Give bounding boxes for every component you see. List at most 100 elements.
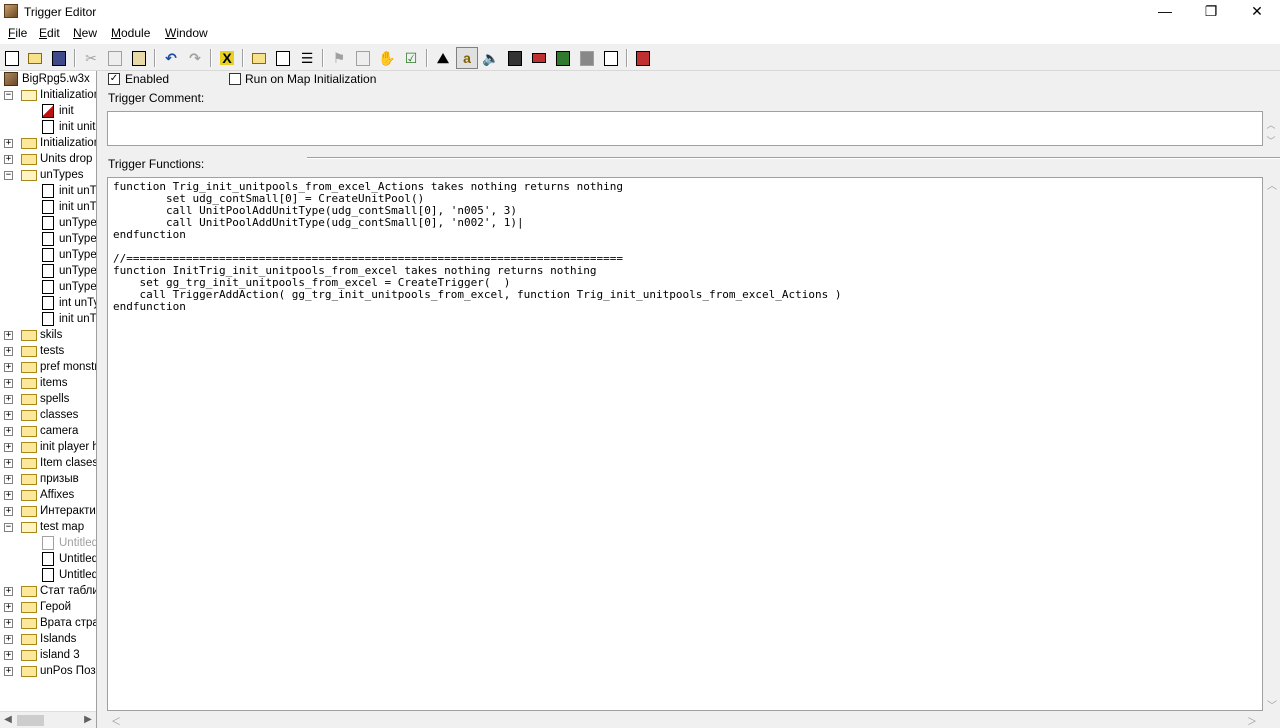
tree-trigger[interactable]: unType: [0, 247, 96, 263]
sound-editor-icon[interactable]: 🔈: [480, 47, 502, 69]
scroll-left-icon[interactable]: ◀: [1, 713, 15, 727]
tree-category[interactable]: + Affixes: [0, 487, 96, 503]
new-action-icon[interactable]: ✋: [376, 47, 398, 69]
expand-icon[interactable]: +: [4, 427, 13, 436]
tree-trigger[interactable]: unType: [0, 279, 96, 295]
tree-trigger[interactable]: init unTy: [0, 199, 96, 215]
tree-category[interactable]: − Initialization: [0, 87, 96, 103]
tree-horizontal-scrollbar[interactable]: ◀ ▶: [0, 711, 96, 728]
expand-icon[interactable]: +: [4, 459, 13, 468]
trigger-code-editor[interactable]: function Trig_init_unitpools_from_excel_…: [107, 177, 1263, 711]
expand-icon[interactable]: +: [4, 651, 13, 660]
tree-category[interactable]: + spells: [0, 391, 96, 407]
expand-icon[interactable]: +: [4, 491, 13, 500]
menu-new[interactable]: New: [70, 26, 100, 40]
new-trigger-icon[interactable]: [272, 47, 294, 69]
expand-icon[interactable]: +: [4, 587, 13, 596]
new-event-icon[interactable]: ⚑: [328, 47, 350, 69]
minimize-button[interactable]: —: [1142, 0, 1188, 24]
expand-icon[interactable]: +: [4, 411, 13, 420]
new-condition-icon[interactable]: [352, 47, 374, 69]
tree-category[interactable]: + pref monstrs: [0, 359, 96, 375]
tree-category[interactable]: + Стат табли: [0, 583, 96, 599]
enabled-checkbox[interactable]: ✓: [108, 73, 120, 85]
tree-category[interactable]: + Герой: [0, 599, 96, 615]
maximize-button[interactable]: ❐: [1188, 0, 1234, 24]
object-manager-icon[interactable]: [576, 47, 598, 69]
expand-icon[interactable]: +: [4, 507, 13, 516]
run-on-init-checkbox[interactable]: [229, 73, 241, 85]
scroll-left-icon[interactable]: ＜: [111, 713, 121, 728]
tree-root[interactable]: BigRpg5.w3x: [0, 71, 96, 87]
object-editor-icon[interactable]: [504, 47, 526, 69]
tree-trigger[interactable]: init unTy: [0, 183, 96, 199]
tree-trigger[interactable]: unType: [0, 215, 96, 231]
tree-category[interactable]: + skils: [0, 327, 96, 343]
code-vertical-scrollbar[interactable]: ︿ ﹀: [1264, 177, 1279, 712]
trigger-comment-input[interactable]: [107, 111, 1263, 146]
open-folder-icon[interactable]: [24, 47, 46, 69]
collapse-icon[interactable]: −: [4, 171, 13, 180]
expand-icon[interactable]: +: [4, 155, 13, 164]
import-manager-icon[interactable]: [600, 47, 622, 69]
tree-category[interactable]: − test map: [0, 519, 96, 535]
expand-icon[interactable]: +: [4, 619, 13, 628]
new-category-icon[interactable]: [248, 47, 270, 69]
menu-edit[interactable]: Edit: [36, 26, 63, 40]
expand-icon[interactable]: +: [4, 667, 13, 676]
menu-module[interactable]: Module: [108, 26, 153, 40]
trigger-editor-icon[interactable]: a: [456, 47, 478, 69]
campaign-editor-icon[interactable]: [528, 47, 550, 69]
new-icon[interactable]: [1, 47, 23, 69]
close-button[interactable]: ✕: [1234, 0, 1280, 24]
undo-icon[interactable]: ↶: [160, 47, 182, 69]
ai-editor-icon[interactable]: [552, 47, 574, 69]
tree-category[interactable]: + classes: [0, 407, 96, 423]
menu-file[interactable]: File: [5, 26, 30, 40]
test-map-icon[interactable]: [632, 47, 654, 69]
tree-category[interactable]: + Item clases: [0, 455, 96, 471]
cut-icon[interactable]: ✂: [80, 47, 102, 69]
tree-category[interactable]: + Интерактив: [0, 503, 96, 519]
tree-category[interactable]: + Units drop: [0, 151, 96, 167]
expand-icon[interactable]: +: [4, 475, 13, 484]
tree-trigger[interactable]: init unTy: [0, 311, 96, 327]
scroll-right-icon[interactable]: ▶: [81, 713, 95, 727]
tree-category[interactable]: + Врата стра: [0, 615, 96, 631]
tree-trigger[interactable]: unType: [0, 231, 96, 247]
expand-icon[interactable]: +: [4, 347, 13, 356]
collapse-icon[interactable]: −: [4, 523, 13, 532]
tree-category[interactable]: + tests: [0, 343, 96, 359]
checklist-icon[interactable]: ☑: [400, 47, 422, 69]
collapse-icon[interactable]: −: [4, 91, 13, 100]
tree-trigger[interactable]: Untitled: [0, 551, 96, 567]
scroll-up-icon[interactable]: ︿: [1267, 177, 1277, 192]
tree-category[interactable]: + items: [0, 375, 96, 391]
redo-icon[interactable]: ↷: [184, 47, 206, 69]
tree-category[interactable]: + island 3: [0, 647, 96, 663]
expand-icon[interactable]: +: [4, 395, 13, 404]
expand-icon[interactable]: +: [4, 603, 13, 612]
paste-icon[interactable]: [128, 47, 150, 69]
copy-icon[interactable]: [104, 47, 126, 69]
delete-icon[interactable]: X: [216, 47, 238, 69]
expand-icon[interactable]: +: [4, 379, 13, 388]
expand-icon[interactable]: +: [4, 331, 13, 340]
tree-category[interactable]: + Initialization: [0, 135, 96, 151]
tree-category[interactable]: − unTypes: [0, 167, 96, 183]
expand-icon[interactable]: +: [4, 443, 13, 452]
comment-scroll-up-icon[interactable]: ︿: [1264, 118, 1278, 131]
tree-category[interactable]: + призыв: [0, 471, 96, 487]
tree-trigger[interactable]: Untitled: [0, 535, 96, 551]
terrain-editor-icon[interactable]: ⛰: [432, 47, 454, 69]
new-comment-icon[interactable]: ☰: [296, 47, 318, 69]
tree-category[interactable]: + camera: [0, 423, 96, 439]
save-icon[interactable]: [48, 47, 70, 69]
scroll-down-icon[interactable]: ﹀: [1267, 697, 1277, 712]
tree-trigger[interactable]: init: [0, 103, 96, 119]
tree-trigger[interactable]: unType: [0, 263, 96, 279]
scrollbar-thumb[interactable]: [17, 715, 44, 726]
tree-category[interactable]: + init player he: [0, 439, 96, 455]
code-horizontal-scrollbar[interactable]: ＜ ＞: [107, 711, 1263, 728]
tree-category[interactable]: + unPos Пози: [0, 663, 96, 679]
